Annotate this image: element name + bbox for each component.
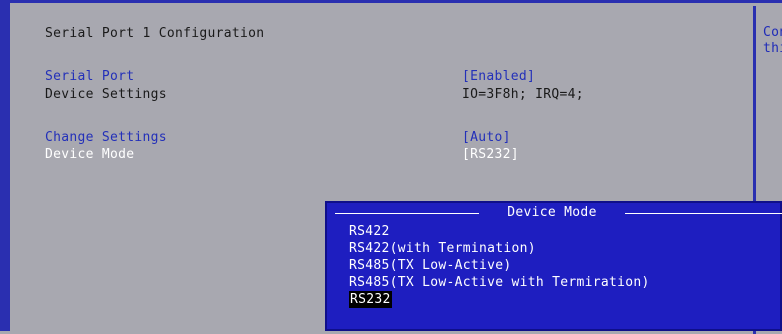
device-mode-label: Device Mode [45, 147, 135, 162]
serial-port-setting-row[interactable]: Serial Port [Enabled] [45, 69, 745, 87]
popup-option-rs485-tx-low-active-with-termination[interactable]: RS485(TX Low-Active with Termiration) [349, 274, 650, 291]
serial-port-label: Serial Port [45, 69, 135, 84]
popup-title: Device Mode [507, 205, 597, 220]
popup-title-line-right [625, 213, 782, 214]
device-mode-row[interactable]: Device Mode [RS232] [45, 147, 745, 165]
popup-title-line-left [335, 213, 479, 214]
popup-option-rs422-with-termination[interactable]: RS422(with Termination) [349, 240, 536, 257]
change-settings-label: Change Settings [45, 130, 167, 145]
help-text-line-1: Con [763, 25, 782, 40]
device-mode-value: [RS232] [462, 147, 519, 162]
device-settings-label: Device Settings [45, 87, 167, 102]
page-title: Serial Port 1 Configuration [45, 26, 265, 41]
popup-option-rs422[interactable]: RS422 [349, 223, 390, 240]
serial-port-value: [Enabled] [462, 69, 536, 84]
help-text-line-2: thi [763, 41, 782, 56]
popup-option-rs485-tx-low-active[interactable]: RS485(TX Low-Active) [349, 257, 512, 274]
device-settings-row: Device Settings IO=3F8h; IRQ=4; [45, 87, 745, 105]
device-mode-popup: Device Mode RS422 RS422(with Termination… [325, 201, 782, 331]
change-settings-value: [Auto] [462, 130, 511, 145]
popup-option-rs232-selected[interactable]: RS232 [349, 291, 392, 308]
change-settings-row[interactable]: Change Settings [Auto] [45, 130, 745, 148]
device-settings-value: IO=3F8h; IRQ=4; [462, 87, 584, 102]
